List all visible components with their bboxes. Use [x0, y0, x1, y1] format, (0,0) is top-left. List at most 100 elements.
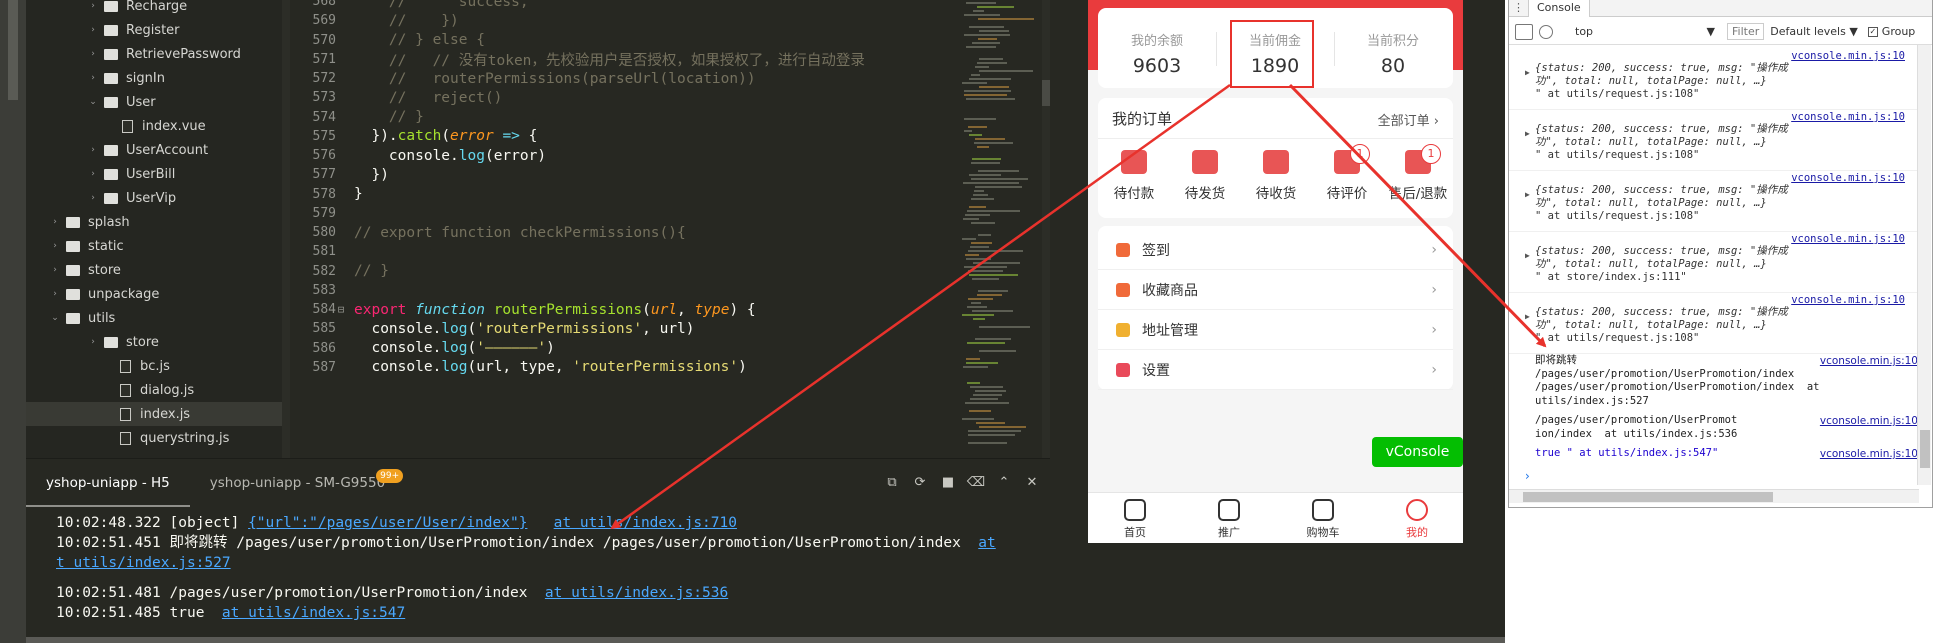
tree-item[interactable]: › UserBill: [26, 162, 282, 186]
code-line[interactable]: 586 console.log('——————'): [290, 339, 1050, 358]
code-line[interactable]: 579: [290, 204, 1050, 223]
tab-h5[interactable]: yshop-uniapp - H5: [26, 459, 190, 507]
log-source-link[interactable]: at utils/index.js:536: [545, 585, 728, 601]
code-line[interactable]: 582 // }: [290, 262, 1050, 281]
sidebar-toggle-icon[interactable]: [1515, 23, 1533, 40]
fold-marker[interactable]: ⊟: [336, 303, 346, 316]
tree-item[interactable]: › Register: [26, 18, 282, 42]
clear-console-icon[interactable]: [1539, 24, 1553, 39]
tree-item[interactable]: bc.js: [26, 354, 282, 378]
chevron-right-icon[interactable]: ›: [48, 241, 62, 251]
order-item[interactable]: 待收货: [1240, 150, 1312, 202]
code-line[interactable]: 580 // export function checkPermissions()…: [290, 223, 1050, 242]
code-line[interactable]: 583: [290, 281, 1050, 300]
orders-all-link[interactable]: 全部订单 ›: [1378, 110, 1439, 129]
code-line[interactable]: 584 ⊟ export function routerPermissions(ur…: [290, 300, 1050, 319]
levels-select[interactable]: Default levels ▼: [1770, 25, 1858, 38]
code-line[interactable]: 573 // reject(): [290, 88, 1050, 107]
stat-item[interactable]: 我的余额 9603: [1098, 8, 1216, 88]
stop-icon[interactable]: ■: [938, 473, 958, 493]
open-external-icon[interactable]: ⧉: [882, 473, 902, 493]
minimap[interactable]: [958, 0, 1048, 458]
devtools-vscroll[interactable]: [1917, 45, 1931, 485]
message-source-link[interactable]: vconsole.min.js:10: [1820, 415, 1918, 427]
chevron-right-icon[interactable]: ›: [48, 217, 62, 227]
code-line[interactable]: 575 }).catch(error => {: [290, 127, 1050, 146]
console-prompt[interactable]: ›: [1525, 469, 1530, 483]
expand-triangle-icon[interactable]: ▶: [1525, 249, 1530, 262]
menu-item[interactable]: 地址管理 ›: [1098, 310, 1453, 350]
code-line[interactable]: 581: [290, 242, 1050, 261]
code-line[interactable]: 587 console.log(url, type, 'routerPermis…: [290, 358, 1050, 377]
close-panel-icon[interactable]: ✕: [1022, 473, 1042, 493]
order-item[interactable]: 待付款: [1098, 150, 1170, 202]
devtools-hscroll-thumb[interactable]: [1523, 492, 1773, 502]
tree-item[interactable]: ⌄ utils: [26, 306, 282, 330]
message-source-link[interactable]: vconsole.min.js:10: [1820, 448, 1918, 460]
left-scrollbar[interactable]: [0, 0, 26, 643]
chevron-right-icon[interactable]: ›: [48, 289, 62, 299]
chevron-right-icon[interactable]: ›: [86, 169, 100, 179]
menu-item[interactable]: 签到 ›: [1098, 230, 1453, 270]
group-checkbox[interactable]: ✓: [1867, 26, 1878, 37]
chevron-right-icon[interactable]: ›: [86, 337, 100, 347]
context-select[interactable]: top ▼: [1575, 25, 1715, 38]
log-source-link[interactable]: at: [978, 535, 995, 551]
tree-item[interactable]: › store: [26, 330, 282, 354]
clear-icon[interactable]: ⌫: [966, 473, 986, 493]
chevron-right-icon[interactable]: ›: [86, 73, 100, 83]
order-item[interactable]: 待发货: [1169, 150, 1241, 202]
collapse-icon[interactable]: ⌃: [994, 473, 1014, 493]
code-line[interactable]: 572 // routerPermissions(parseUrl(locati…: [290, 69, 1050, 88]
chevron-right-icon[interactable]: ›: [86, 25, 100, 35]
more-icon[interactable]: ⋮: [1509, 0, 1529, 17]
tabbar-item[interactable]: 推广: [1182, 499, 1276, 540]
menu-item[interactable]: 收藏商品 ›: [1098, 270, 1453, 310]
devtools-hscroll[interactable]: [1509, 489, 1919, 503]
tree-item[interactable]: › UserVip: [26, 186, 282, 210]
code-line[interactable]: 574 // }: [290, 108, 1050, 127]
tree-item[interactable]: › unpackage: [26, 282, 282, 306]
tabbar-item[interactable]: 购物车: [1276, 499, 1370, 540]
chevron-right-icon[interactable]: ›: [86, 193, 100, 203]
reload-icon[interactable]: ⟳: [910, 473, 930, 493]
left-scrollbar-thumb[interactable]: [8, 0, 18, 100]
tab-device[interactable]: yshop-uniapp - SM-G9550 99+: [190, 459, 405, 507]
code-line[interactable]: 570 // } else {: [290, 31, 1050, 50]
chevron-right-icon[interactable]: ›: [86, 1, 100, 11]
vconsole-button[interactable]: vConsole: [1372, 437, 1463, 467]
chevron-down-icon[interactable]: ⌄: [48, 313, 62, 323]
chevron-right-icon[interactable]: ›: [86, 145, 100, 155]
tabbar-item[interactable]: 首页: [1088, 499, 1182, 540]
devtools-vscroll-thumb[interactable]: [1920, 430, 1930, 468]
stat-item[interactable]: 当前积分 80: [1334, 8, 1452, 88]
code-line[interactable]: 576 console.log(error): [290, 146, 1050, 165]
code-line[interactable]: 578}: [290, 185, 1050, 204]
tree-item[interactable]: › splash: [26, 210, 282, 234]
tree-item[interactable]: dialog.js: [26, 378, 282, 402]
code-line[interactable]: 577 }): [290, 165, 1050, 184]
chevron-down-icon[interactable]: ⌄: [86, 97, 100, 107]
log-source-link[interactable]: at utils/index.js:547: [222, 605, 405, 621]
tree-item[interactable]: › signIn: [26, 66, 282, 90]
menu-item[interactable]: 设置 ›: [1098, 350, 1453, 390]
editor-scrollbar-thumb[interactable]: [1042, 80, 1050, 106]
expand-triangle-icon[interactable]: ▶: [1525, 310, 1530, 323]
message-source-link[interactable]: vconsole.min.js:10: [1820, 355, 1918, 367]
editor-scrollbar[interactable]: [1042, 0, 1050, 458]
chevron-right-icon[interactable]: ›: [48, 265, 62, 275]
code-line[interactable]: 571 // // 没有token，先校验用户是否授权，如果授权了，进行自动登录: [290, 50, 1050, 69]
code-line[interactable]: 585 console.log('routerPermissions', url…: [290, 319, 1050, 338]
expand-triangle-icon[interactable]: ▶: [1525, 127, 1530, 140]
tree-item[interactable]: › store: [26, 258, 282, 282]
tree-item[interactable]: ⌄ User: [26, 90, 282, 114]
expand-triangle-icon[interactable]: ▶: [1525, 188, 1530, 201]
tree-item[interactable]: › UserAccount: [26, 138, 282, 162]
filter-input[interactable]: Filter: [1727, 23, 1765, 40]
log-source-link[interactable]: at utils/index.js:710: [554, 515, 737, 531]
tree-item[interactable]: › RetrievePassword: [26, 42, 282, 66]
tree-item[interactable]: index.vue: [26, 114, 282, 138]
tabbar-item[interactable]: 我的: [1370, 499, 1463, 540]
chevron-right-icon[interactable]: ›: [86, 49, 100, 59]
tree-item[interactable]: index.js: [26, 402, 282, 426]
